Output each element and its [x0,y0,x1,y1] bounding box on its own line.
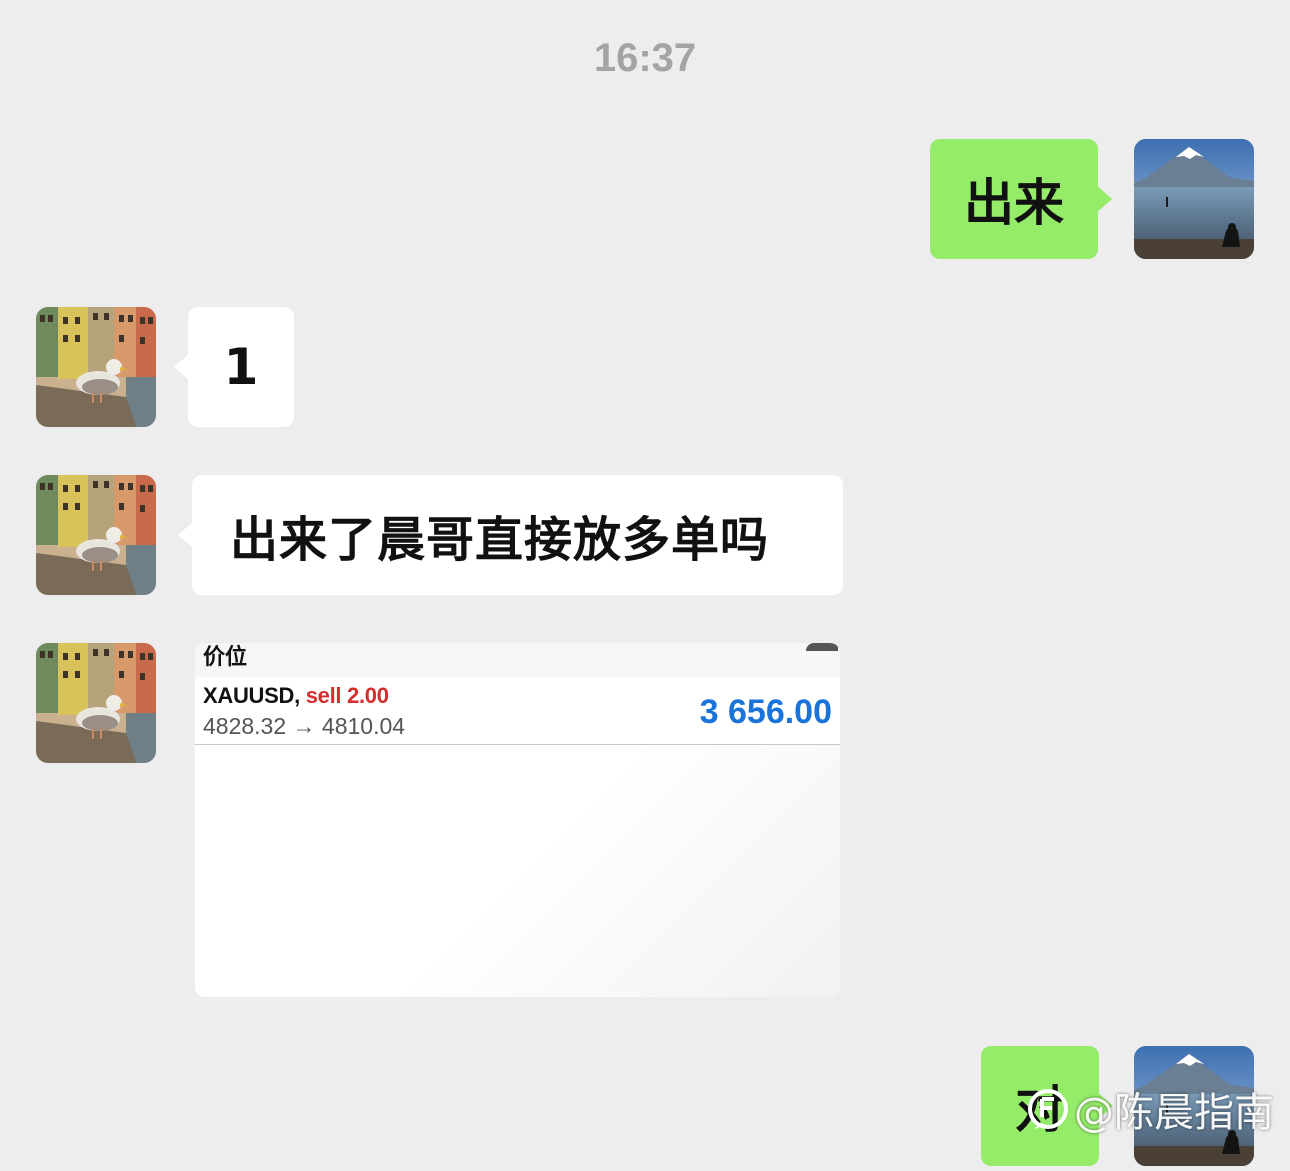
contact-avatar[interactable] [36,307,156,427]
price-range-text: 4828.32 → 4810.04 [203,713,406,739]
positions-header: 价位 [195,643,840,677]
received-message-bubble[interactable]: 1 [174,307,294,427]
corner-decoration [806,643,838,651]
received-message-bubble[interactable]: 出来了晨哥直接放多单吗 [178,475,843,595]
symbol-text: XAUUSD, [203,683,300,708]
contact-avatar[interactable] [36,643,156,763]
message-text: 出来 [964,174,1064,232]
watermark-text: @陈晨指南 [1074,1090,1274,1136]
position-symbol-line: XAUUSD, sell 2.00 [203,683,389,709]
position-row: XAUUSD, sell 2.00 4828.32 → 4810.04 3 65… [195,677,840,745]
weibo-logo-icon [1028,1089,1068,1129]
mountain-lake-avatar-image [1134,139,1254,259]
trade-screenshot-image[interactable]: 价位 XAUUSD, sell 2.00 4828.32 → 4810.04 3… [195,643,840,997]
seagull-avatar-image [36,475,156,595]
watermark: @陈晨指南 [1026,1080,1274,1138]
profit-value: 3 656.00 [699,693,832,731]
message-timestamp: 16:37 [593,36,697,80]
sell-order-text: sell 2.00 [305,683,389,708]
my-avatar[interactable] [1134,139,1254,259]
message-text: 出来了晨哥直接放多单吗 [230,512,770,568]
seagull-avatar-image [36,643,156,763]
sent-message-bubble[interactable]: 出来 [930,139,1112,259]
seagull-avatar-image [36,307,156,427]
contact-avatar[interactable] [36,475,156,595]
message-text: 1 [223,338,259,396]
